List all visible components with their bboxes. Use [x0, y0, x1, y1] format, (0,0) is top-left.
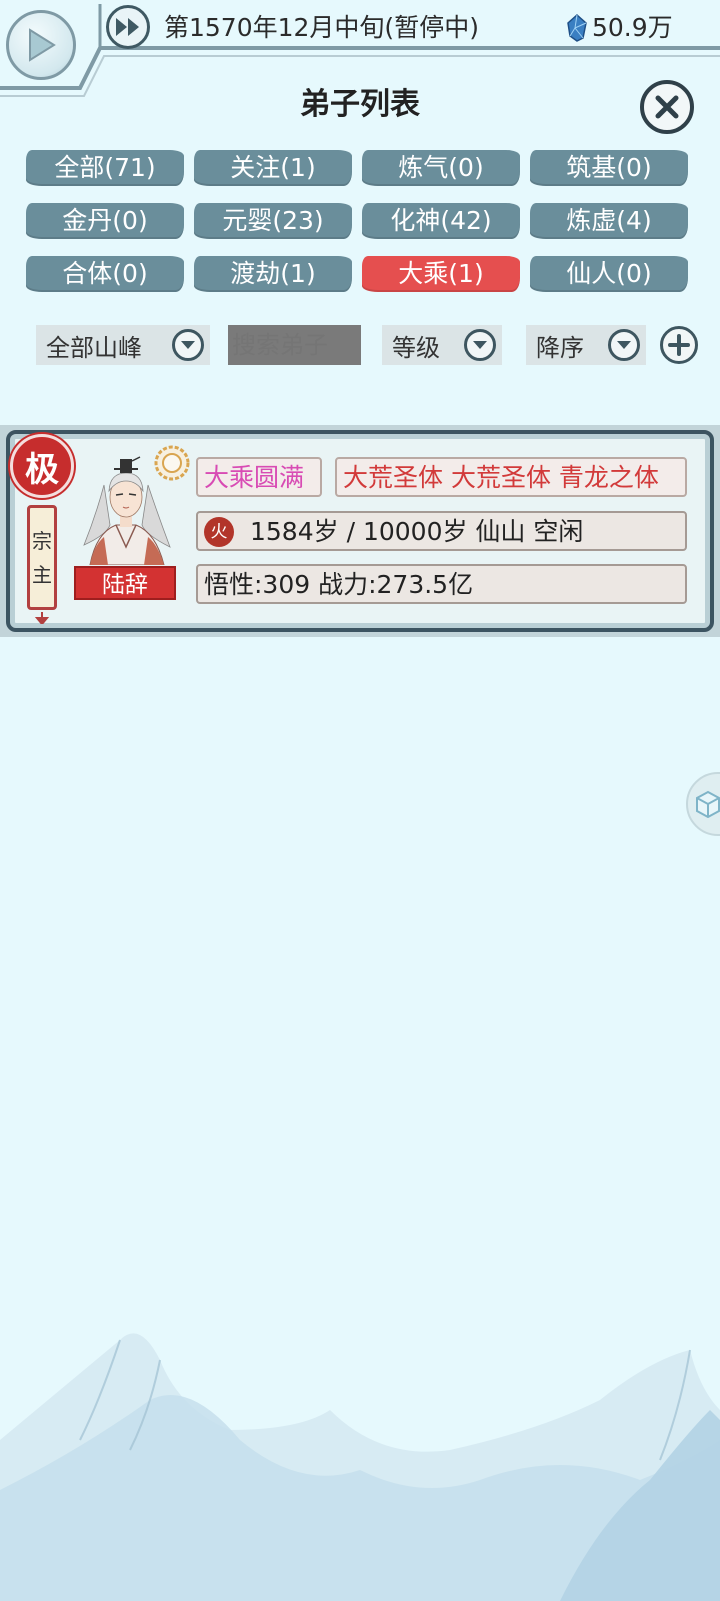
disciple-name: 陆辞 — [74, 566, 176, 600]
cube-icon — [696, 790, 720, 818]
sun-icon — [154, 445, 190, 481]
physique-tag: 大荒圣体 大荒圣体 青龙之体 — [335, 457, 687, 497]
role-char: 主 — [32, 562, 52, 587]
tab-lianqi[interactable]: 炼气(0) — [362, 150, 520, 186]
tab-heti[interactable]: 合体(0) — [26, 256, 184, 292]
mountain-background — [0, 1333, 720, 1601]
close-icon — [655, 95, 679, 119]
fast-forward-icon — [116, 18, 139, 36]
play-icon — [29, 28, 56, 62]
tab-dujie[interactable]: 渡劫(1) — [194, 256, 352, 292]
tab-yuanying[interactable]: 元婴(23) — [194, 203, 352, 239]
currency-amount: 50.9万 — [592, 13, 673, 42]
tab-lianxu[interactable]: 炼虚(4) — [530, 203, 688, 239]
sort-order-dropdown[interactable]: 降序 — [526, 325, 646, 365]
gem-icon — [567, 14, 587, 42]
close-button[interactable] — [640, 80, 694, 134]
fast-forward-button[interactable] — [106, 5, 150, 49]
tab-huashen[interactable]: 化神(42) — [362, 203, 520, 239]
tab-followed[interactable]: 关注(1) — [194, 150, 352, 186]
tassel-icon — [34, 612, 50, 624]
tab-zhuji[interactable]: 筑基(0) — [530, 150, 688, 186]
sort-field-dropdown[interactable]: 等级 — [382, 325, 502, 365]
realm-filter-tabs: 全部(71) 关注(1) 炼气(0) 筑基(0) 金丹(0) 元婴(23) 化神… — [26, 150, 696, 292]
age-status-text: 1584岁 / 10000岁 仙山 空闲 — [250, 517, 584, 546]
tab-jindan[interactable]: 金丹(0) — [26, 203, 184, 239]
search-input[interactable] — [228, 325, 361, 365]
age-status-row: 火 1584岁 / 10000岁 仙山 空闲 — [196, 511, 687, 551]
tab-xianren[interactable]: 仙人(0) — [530, 256, 688, 292]
peak-filter-dropdown[interactable]: 全部山峰 — [36, 325, 210, 365]
panel-title: 弟子列表 — [300, 87, 420, 122]
fire-element-icon: 火 — [204, 517, 234, 547]
peak-filter-label: 全部山峰 — [46, 333, 142, 362]
sort-order-label: 降序 — [536, 333, 584, 362]
realm-tag: 大乘圆满 — [196, 457, 322, 497]
sort-field-label: 等级 — [392, 333, 440, 362]
plus-icon — [668, 334, 690, 356]
grade-seal: 极 — [10, 434, 74, 498]
chevron-down-icon — [464, 329, 496, 361]
role-scroll: 宗 主 — [27, 505, 57, 610]
tab-dacheng[interactable]: 大乘(1) — [362, 256, 520, 292]
tab-all[interactable]: 全部(71) — [26, 150, 184, 186]
role-char: 宗 — [32, 528, 52, 553]
game-date: 第1570年12月中旬(暂停中) — [164, 13, 479, 42]
play-button[interactable] — [6, 10, 76, 80]
add-button[interactable] — [660, 326, 698, 364]
chevron-down-icon — [608, 329, 640, 361]
side-float-button[interactable] — [686, 772, 720, 836]
stats-row: 悟性:309 战力:273.5亿 — [196, 564, 687, 604]
chevron-down-icon — [172, 329, 204, 361]
